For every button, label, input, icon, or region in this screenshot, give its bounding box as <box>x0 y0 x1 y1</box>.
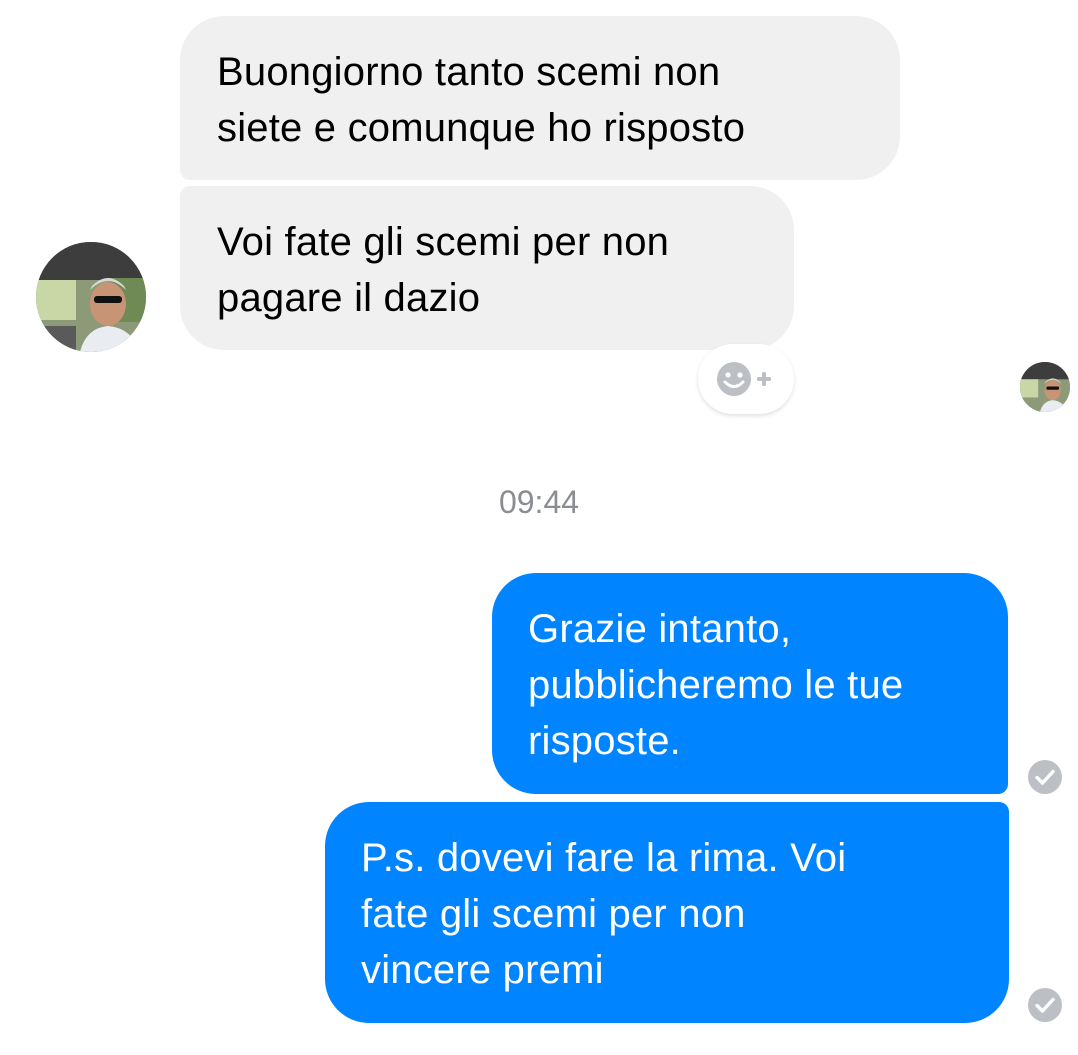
incoming-message-bubble[interactable]: Voi fate gli scemi per non pagare il daz… <box>180 186 794 350</box>
sender-avatar[interactable] <box>36 242 146 352</box>
message-text-line: fate gli scemi per non <box>361 892 746 936</box>
outgoing-message-bubble[interactable]: P.s. dovevi fare la rima. Voi fate gli s… <box>325 802 1009 1023</box>
message-text-line: pubblicheremo le tue <box>528 663 904 707</box>
message-text-line: Grazie intanto, <box>528 607 792 651</box>
delivered-check-icon <box>1027 987 1063 1023</box>
message-text-line: P.s. dovevi fare la rima. Voi <box>361 836 847 880</box>
message-text-line: Voi fate gli scemi per non <box>217 220 670 264</box>
message-text-line: risposte. <box>528 719 681 763</box>
delivered-check-icon <box>1027 759 1063 795</box>
message-timestamp: 09:44 <box>498 484 580 520</box>
read-receipt-avatar <box>1020 362 1070 412</box>
message-text-line: pagare il dazio <box>217 276 481 320</box>
outgoing-message-bubble[interactable]: Grazie intanto, pubblicheremo le tue ris… <box>492 573 1008 794</box>
incoming-message-bubble[interactable]: Buongiorno tanto scemi non siete e comun… <box>180 16 900 180</box>
message-text-line: siete e comunque ho risposto <box>217 106 746 150</box>
chat-thread: Buongiorno tanto scemi non siete e comun… <box>0 0 1078 1055</box>
add-reaction-button[interactable] <box>698 344 794 414</box>
message-text-line: Buongiorno tanto scemi non <box>217 50 721 94</box>
message-text-line: vincere premi <box>361 948 604 992</box>
smiley-plus-icon <box>717 362 771 396</box>
